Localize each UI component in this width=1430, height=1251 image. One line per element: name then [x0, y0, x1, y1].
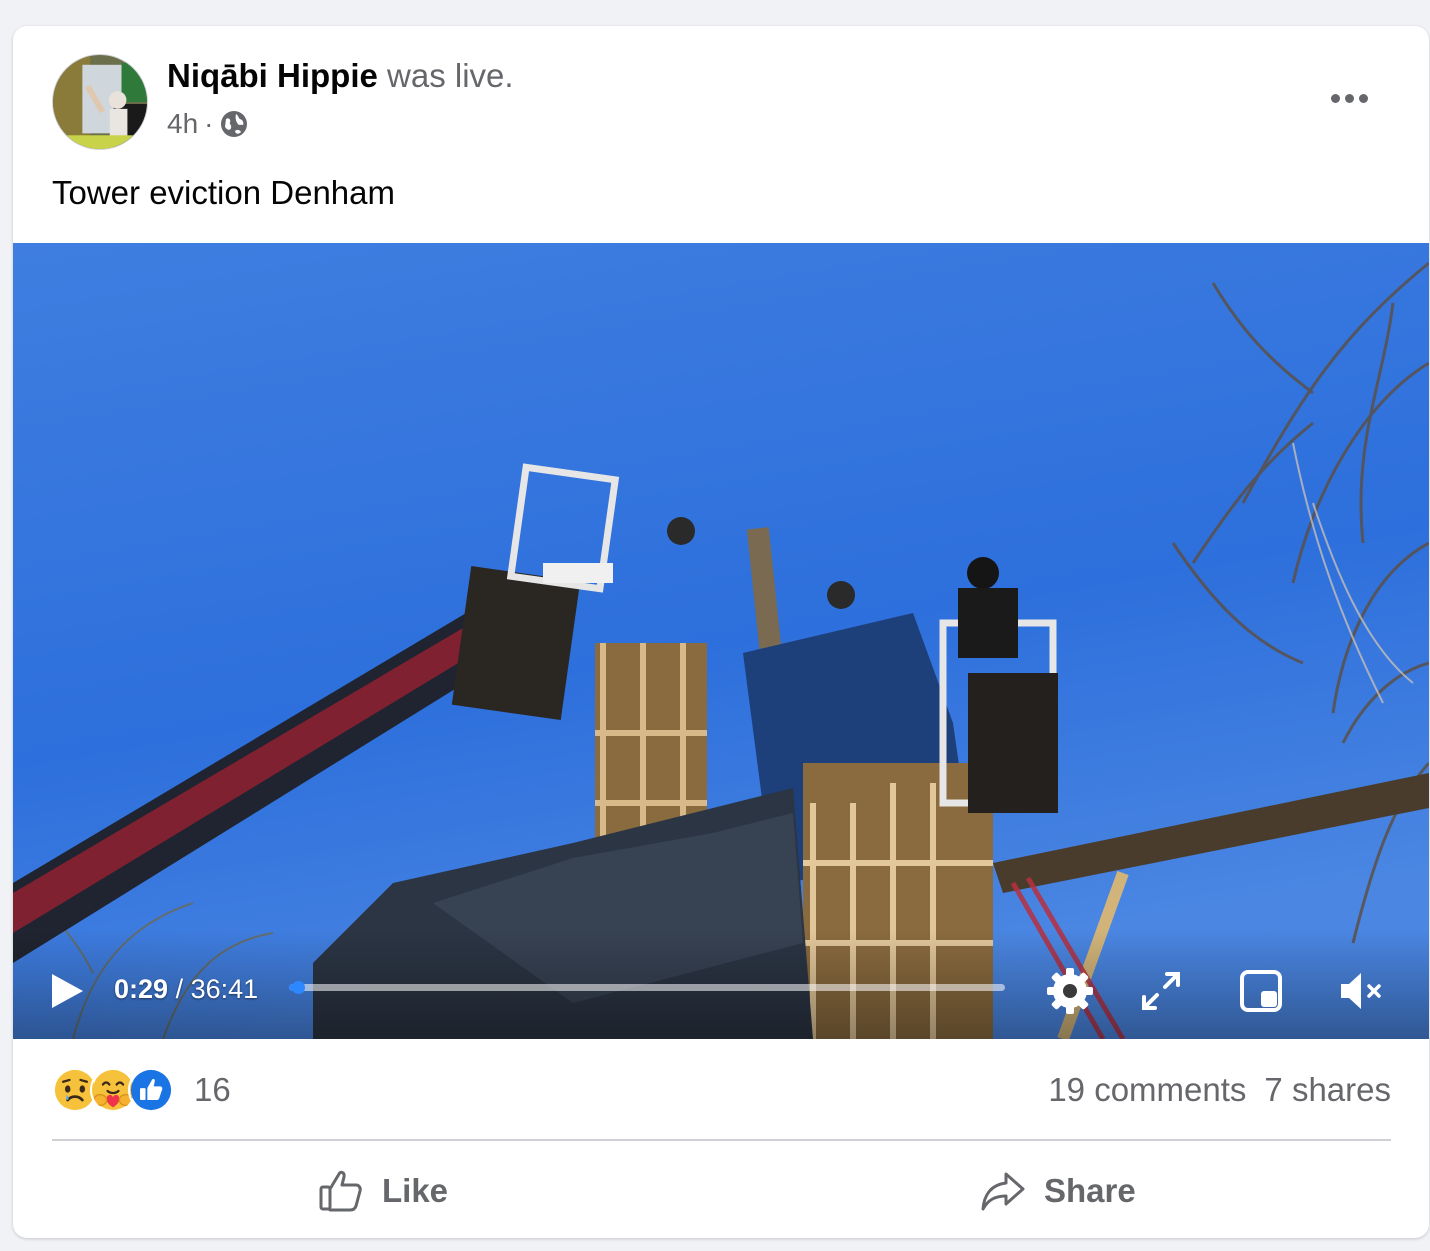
- globe-icon[interactable]: [219, 109, 249, 139]
- share-button[interactable]: Share: [980, 1156, 1136, 1226]
- post-card: Niqābi Hippie was live. 4h · Tower evict…: [13, 26, 1429, 1238]
- author-name[interactable]: Niqābi Hippie: [167, 57, 378, 94]
- meta-separator: ·: [204, 108, 214, 139]
- progress-bar[interactable]: [289, 981, 1005, 994]
- time-display: 0:29 / 36:41: [114, 972, 258, 1006]
- more-options-button[interactable]: [1321, 80, 1377, 116]
- author-avatar[interactable]: [52, 54, 148, 150]
- author-line: Niqābi Hippie was live.: [167, 56, 514, 96]
- actions-divider: [52, 1139, 1391, 1141]
- thumbs-up-icon: [319, 1170, 362, 1212]
- engagement-stats: 19 comments 7 shares: [1048, 1070, 1391, 1110]
- current-time: 0:29: [114, 974, 169, 1004]
- shares-count[interactable]: 7 shares: [1264, 1071, 1391, 1108]
- post-header: Niqābi Hippie was live. 4h ·: [13, 26, 1429, 166]
- more-dot: [1358, 93, 1368, 103]
- post-meta: 4h ·: [167, 106, 249, 142]
- share-arrow-icon: [981, 1172, 1025, 1211]
- more-dot: [1330, 93, 1340, 103]
- muted-volume-icon[interactable]: [1335, 965, 1387, 1017]
- post-time[interactable]: 4h: [167, 106, 198, 142]
- like-button[interactable]: Like: [318, 1156, 448, 1226]
- like-icon[interactable]: [128, 1067, 174, 1113]
- share-label: Share: [1044, 1172, 1136, 1209]
- post-actions: Like Share: [13, 1156, 1429, 1226]
- more-dot: [1344, 93, 1354, 103]
- reactions-summary[interactable]: 16: [52, 1060, 231, 1120]
- settings-icon[interactable]: [1044, 965, 1096, 1017]
- fullscreen-icon[interactable]: [1135, 965, 1187, 1017]
- video-frame: [13, 243, 1429, 1039]
- play-icon[interactable]: [46, 971, 86, 1011]
- reaction-count[interactable]: 16: [194, 1070, 231, 1110]
- picture-in-picture-icon[interactable]: [1235, 965, 1287, 1017]
- like-label: Like: [382, 1172, 449, 1209]
- total-time: / 36:41: [175, 974, 259, 1004]
- video-player[interactable]: 0:29 / 36:41: [13, 243, 1429, 1039]
- post-text: Tower eviction Denham: [52, 174, 395, 211]
- comments-count[interactable]: 19 comments: [1048, 1071, 1246, 1108]
- live-status: was live.: [387, 57, 514, 94]
